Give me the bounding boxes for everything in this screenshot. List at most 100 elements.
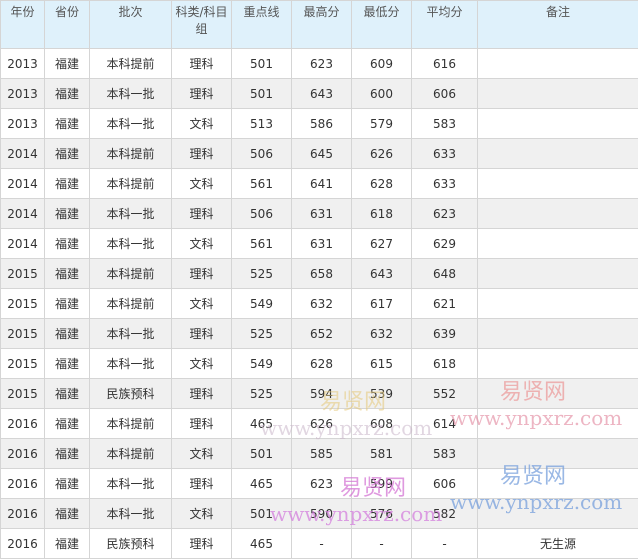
batch-cell: 本科一批 (89, 498, 172, 529)
province-cell: 福建 (44, 198, 90, 229)
subject-cell: 理科 (171, 78, 232, 109)
year-cell: 2016 (0, 468, 45, 499)
province-cell: 福建 (44, 408, 90, 439)
batch-cell: 本科一批 (89, 468, 172, 499)
avg-score-cell: 633 (411, 138, 478, 169)
province-cell: 福建 (44, 78, 90, 109)
max-score-cell: 623 (291, 468, 352, 499)
batch-cell: 本科提前 (89, 168, 172, 199)
min-score-cell: 643 (351, 258, 412, 289)
note-cell (477, 318, 638, 349)
note-cell (477, 498, 638, 529)
max-score-cell: 641 (291, 168, 352, 199)
table-row: 2016 福建 本科提前 理科 465 626 608 614 (0, 408, 638, 439)
table-row: 2013 福建 本科一批 文科 513 586 579 583 (0, 108, 638, 139)
key-line-cell: 561 (231, 168, 292, 199)
max-score-cell: 632 (291, 288, 352, 319)
max-score-cell: 590 (291, 498, 352, 529)
province-cell: 福建 (44, 168, 90, 199)
batch-cell: 本科一批 (89, 348, 172, 379)
header-max: 最高分 (291, 0, 352, 49)
subject-cell: 文科 (171, 288, 232, 319)
min-score-cell: 579 (351, 108, 412, 139)
year-cell: 2013 (0, 108, 45, 139)
note-cell (477, 408, 638, 439)
province-cell: 福建 (44, 108, 90, 139)
note-cell (477, 198, 638, 229)
note-cell (477, 168, 638, 199)
subject-cell: 理科 (171, 408, 232, 439)
avg-score-cell: 618 (411, 348, 478, 379)
table-row: 2016 福建 本科提前 文科 501 585 581 583 (0, 438, 638, 469)
year-cell: 2014 (0, 168, 45, 199)
max-score-cell: 594 (291, 378, 352, 409)
min-score-cell: 617 (351, 288, 412, 319)
avg-score-cell: 583 (411, 438, 478, 469)
year-cell: 2015 (0, 318, 45, 349)
avg-score-cell: 639 (411, 318, 478, 349)
avg-score-cell: 633 (411, 168, 478, 199)
batch-cell: 本科一批 (89, 318, 172, 349)
table-row: 2016 福建 民族预科 理科 465- - - 无生源 (0, 528, 638, 559)
year-cell: 2015 (0, 288, 45, 319)
min-score-cell: 615 (351, 348, 412, 379)
subject-cell: 理科 (171, 138, 232, 169)
min-score-cell: 539 (351, 378, 412, 409)
key-line-cell: 549 (231, 348, 292, 379)
province-cell: 福建 (44, 438, 90, 469)
province-cell: 福建 (44, 348, 90, 379)
batch-cell: 本科提前 (89, 138, 172, 169)
avg-score-cell: 648 (411, 258, 478, 289)
subject-cell: 文科 (171, 108, 232, 139)
batch-cell: 民族预科 (89, 528, 172, 559)
max-score-cell: - (291, 528, 352, 559)
header-province: 省份 (44, 0, 90, 49)
key-line-cell: 465 (231, 528, 292, 559)
max-score-cell: 628 (291, 348, 352, 379)
province-cell: 福建 (44, 138, 90, 169)
key-line-cell: 561 (231, 228, 292, 259)
batch-cell: 本科一批 (89, 78, 172, 109)
key-line-cell: 501 (231, 438, 292, 469)
header-min: 最低分 (351, 0, 412, 49)
province-cell: 福建 (44, 258, 90, 289)
key-line-cell: 525 (231, 318, 292, 349)
table-row: 2015 福建 本科提前 理科 525 658 643 648 (0, 258, 638, 289)
avg-score-cell: 606 (411, 468, 478, 499)
batch-cell: 本科一批 (89, 108, 172, 139)
table-row: 2013 福建 本科提前 理科 501 623 609 616 (0, 48, 638, 79)
province-cell: 福建 (44, 468, 90, 499)
note-cell (477, 258, 638, 289)
province-cell: 福建 (44, 378, 90, 409)
key-line-cell: 501 (231, 48, 292, 79)
min-score-cell: 618 (351, 198, 412, 229)
score-table: 年份 省份 批次 科类/科目组 重点线 最高分 最低分 平均分 备注 2013 福… (0, 0, 638, 559)
batch-cell: 本科提前 (89, 48, 172, 79)
note-cell (477, 288, 638, 319)
max-score-cell: 645 (291, 138, 352, 169)
key-line-cell: 465 (231, 468, 292, 499)
max-score-cell: 585 (291, 438, 352, 469)
avg-score-cell: 621 (411, 288, 478, 319)
avg-score-cell: 629 (411, 228, 478, 259)
avg-score-cell: 616 (411, 48, 478, 79)
max-score-cell: 626 (291, 408, 352, 439)
year-cell: 2015 (0, 258, 45, 289)
key-line-cell: 525 (231, 258, 292, 289)
min-score-cell: 608 (351, 408, 412, 439)
avg-score-cell: 552 (411, 378, 478, 409)
subject-cell: 理科 (171, 468, 232, 499)
key-line-cell: 501 (231, 498, 292, 529)
header-row: 年份 省份 批次 科类/科目组 重点线 最高分 最低分 平均分 备注 (0, 0, 638, 49)
min-score-cell: 581 (351, 438, 412, 469)
min-score-cell: 627 (351, 228, 412, 259)
subject-cell: 文科 (171, 498, 232, 529)
avg-score-cell: 606 (411, 78, 478, 109)
min-score-cell: - (351, 528, 412, 559)
subject-cell: 文科 (171, 228, 232, 259)
year-cell: 2016 (0, 408, 45, 439)
province-cell: 福建 (44, 528, 90, 559)
note-cell: 无生源 (477, 528, 638, 559)
note-cell (477, 378, 638, 409)
note-cell (477, 108, 638, 139)
